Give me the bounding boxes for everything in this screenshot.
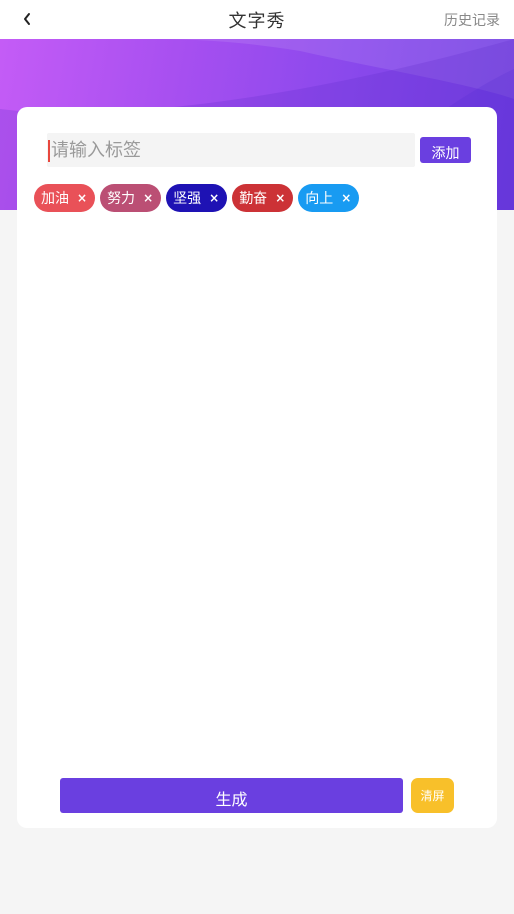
tag-input[interactable] (47, 133, 415, 167)
add-tag-button[interactable]: 添加 (420, 137, 471, 163)
page: 文字秀 历史记录 添加 加油 × 努力 × 坚强 × (0, 0, 514, 914)
tag-input-container (47, 133, 415, 167)
remove-tag-icon[interactable]: × (209, 191, 219, 205)
tag-label: 努力 (107, 191, 136, 207)
remove-tag-icon[interactable]: × (77, 191, 87, 205)
tag-label: 向上 (305, 191, 334, 207)
generate-button[interactable]: 生成 (60, 778, 403, 813)
top-nav-bar: 文字秀 历史记录 (0, 0, 514, 39)
remove-tag-icon[interactable]: × (275, 191, 285, 205)
page-title: 文字秀 (228, 10, 286, 32)
tag-chip[interactable]: 努力 × (100, 184, 162, 212)
tag-label: 加油 (41, 191, 69, 207)
tag-label: 坚强 (173, 191, 202, 207)
tag-chip[interactable]: 勤奋 × (232, 184, 294, 212)
remove-tag-icon[interactable]: × (341, 191, 351, 205)
tag-chip[interactable]: 加油 × (34, 184, 96, 212)
text-cursor (48, 140, 50, 162)
chevron-left-icon (24, 13, 30, 25)
tag-list: 加油 × 努力 × 坚强 × 勤奋 × 向上 × (34, 184, 360, 212)
tag-chip[interactable]: 坚强 × (166, 184, 228, 212)
main-card: 添加 加油 × 努力 × 坚强 × 勤奋 × 向上 × 生成 (17, 107, 497, 828)
tag-chip[interactable]: 向上 × (298, 184, 360, 212)
remove-tag-icon[interactable]: × (143, 191, 153, 205)
back-button[interactable] (16, 6, 38, 32)
history-link[interactable]: 历史记录 (444, 10, 500, 30)
tag-label: 勤奋 (239, 191, 268, 207)
clear-screen-button[interactable]: 清屏 (411, 778, 454, 813)
